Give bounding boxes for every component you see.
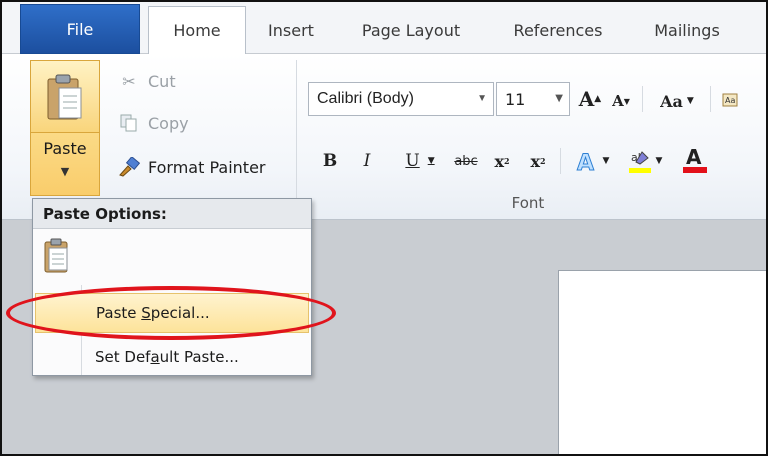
- paste-options-menu: Paste Options: Paste Special... Set Def a…: [32, 198, 312, 376]
- ribbon-home: Paste ▼ ✂ Cut Copy Format Painter Calibr…: [2, 54, 766, 220]
- underline-icon: U: [405, 151, 420, 171]
- tab-home-label: Home: [173, 21, 221, 40]
- word-window: File Home Insert Page Layout References …: [0, 0, 768, 456]
- tab-file-label: File: [66, 19, 94, 39]
- tab-mailings-label: Mailings: [654, 20, 720, 40]
- italic-icon: I: [363, 151, 371, 171]
- text-effects-icon: A: [576, 151, 594, 174]
- superscript-icon: x: [530, 151, 540, 171]
- text-effects-button[interactable]: A ▼: [568, 146, 616, 176]
- set-default-label-post: ult Paste...: [159, 348, 239, 366]
- svg-text:A: A: [577, 151, 594, 173]
- set-default-paste-menu-item[interactable]: Set Def a ult Paste...: [35, 337, 309, 377]
- font-color-icon: A: [683, 145, 707, 173]
- strikethrough-icon: abc: [454, 153, 478, 169]
- eraser-icon: Aa: [722, 93, 738, 107]
- shrink-font-icon: A: [612, 92, 624, 110]
- font-name-dropdown[interactable]: Calibri (Body) ▼: [308, 82, 494, 116]
- format-painter-label: Format Painter: [148, 157, 266, 177]
- strikethrough-button[interactable]: abc: [450, 146, 482, 176]
- document-page[interactable]: [558, 270, 766, 454]
- grow-font-icon: A: [578, 87, 595, 111]
- paintbrush-icon: [116, 157, 142, 177]
- subscript-icon: x: [494, 151, 504, 171]
- ribbon-tab-bar: File Home Insert Page Layout References …: [2, 2, 766, 55]
- group-separator: [296, 60, 297, 210]
- change-case-icon: Aa: [660, 91, 683, 111]
- cut-button[interactable]: ✂ Cut: [116, 64, 176, 98]
- divider: [710, 86, 711, 112]
- font-size-value: 11: [505, 89, 526, 109]
- divider: [560, 148, 561, 174]
- tab-mailings[interactable]: Mailings: [634, 6, 740, 54]
- bold-button[interactable]: B: [318, 146, 342, 176]
- keep-source-formatting-button[interactable]: [41, 237, 73, 275]
- scissors-icon: ✂: [122, 71, 136, 91]
- paste-button[interactable]: Paste ▼: [30, 60, 100, 196]
- superscript-button[interactable]: x2: [524, 146, 552, 176]
- font-name-value: Calibri (Body): [317, 90, 414, 107]
- svg-text:A: A: [686, 145, 702, 169]
- change-case-button[interactable]: Aa ▼: [650, 86, 704, 116]
- font-color-button[interactable]: A: [678, 144, 712, 174]
- paste-options-header: Paste Options:: [33, 199, 311, 229]
- clipboard-icon: [47, 74, 82, 119]
- shrink-font-button[interactable]: A ▼: [608, 86, 634, 116]
- clear-formatting-button[interactable]: Aa: [718, 86, 744, 116]
- chevron-down-icon: ▼: [477, 93, 487, 104]
- paste-special-menu-item[interactable]: Paste Special...: [35, 293, 309, 333]
- copy-button[interactable]: Copy: [116, 106, 189, 140]
- paste-button-top[interactable]: [31, 61, 99, 133]
- clipboard-icon: [44, 238, 68, 273]
- highlighter-icon: ab: [628, 151, 651, 173]
- svg-text:Aa: Aa: [725, 96, 735, 105]
- tab-page-layout[interactable]: Page Layout: [340, 6, 482, 54]
- copy-label: Copy: [148, 113, 189, 133]
- cut-label: Cut: [148, 71, 176, 91]
- italic-button[interactable]: I: [356, 146, 378, 176]
- tab-file[interactable]: File: [20, 4, 140, 54]
- paste-special-accelerator: S: [141, 304, 151, 322]
- chevron-down-icon: ▼: [555, 93, 563, 104]
- set-default-label-pre: Set Def: [95, 348, 151, 366]
- tab-references-label: References: [513, 20, 603, 40]
- grow-font-button[interactable]: A ▲: [576, 84, 604, 114]
- copy-icon: [116, 114, 142, 132]
- paste-special-label-post: pecial...: [150, 304, 210, 322]
- tab-home[interactable]: Home: [148, 6, 246, 55]
- format-painter-button[interactable]: Format Painter: [116, 150, 265, 184]
- font-group-label: Font: [511, 194, 545, 212]
- paste-label: Paste: [43, 139, 87, 158]
- tab-insert-label: Insert: [268, 20, 314, 40]
- underline-button[interactable]: U ▼: [396, 146, 444, 176]
- tab-references[interactable]: References: [490, 6, 626, 54]
- font-size-dropdown[interactable]: 11 ▼: [496, 82, 570, 116]
- paste-dropdown-arrow-icon[interactable]: ▼: [31, 165, 99, 178]
- text-highlight-button[interactable]: ab ▼: [620, 146, 670, 176]
- subscript-button[interactable]: x2: [488, 146, 516, 176]
- divider: [642, 86, 643, 112]
- set-default-accelerator: a: [150, 348, 160, 366]
- tab-insert[interactable]: Insert: [250, 6, 332, 54]
- paste-special-label-pre: Paste: [96, 304, 142, 322]
- bold-icon: B: [322, 151, 338, 171]
- tab-page-layout-label: Page Layout: [361, 20, 461, 40]
